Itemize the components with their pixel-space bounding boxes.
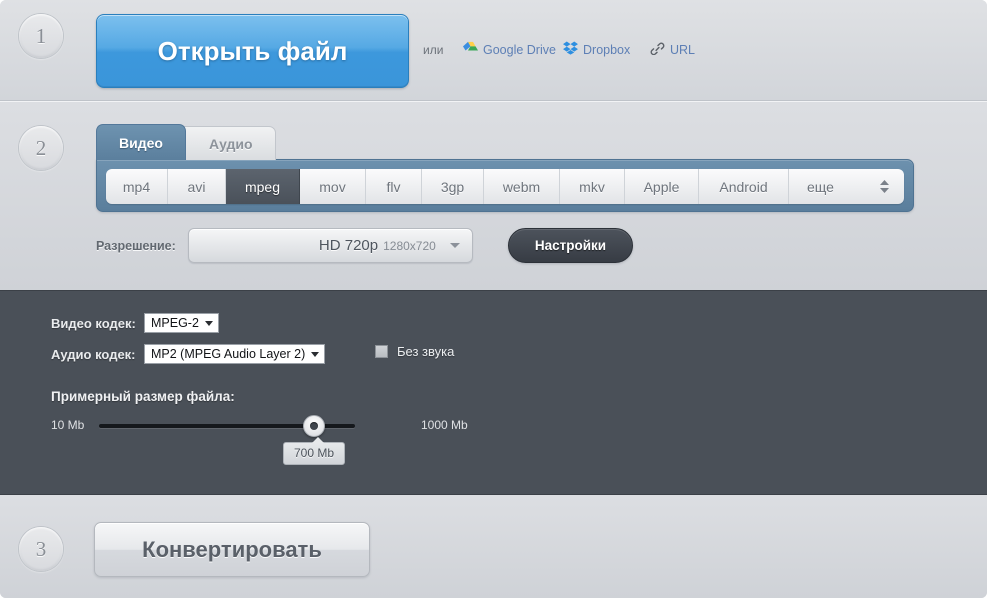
url-link[interactable]: URL — [650, 41, 695, 58]
or-label: или — [423, 43, 444, 57]
filesize-min-label: 10 Mb — [51, 418, 85, 432]
video-codec-label: Видео кодек: — [51, 315, 136, 331]
format-button-avi[interactable]: avi — [168, 169, 226, 204]
format-button-3gp[interactable]: 3gp — [422, 169, 484, 204]
resolution-select[interactable]: HD 720p 1280x720 — [187, 228, 473, 263]
resolution-dimensions: 1280x720 — [383, 238, 436, 253]
slider-handle[interactable] — [303, 415, 325, 437]
tab-audio[interactable]: Аудио — [177, 126, 276, 160]
mute-label: Без звука — [397, 344, 455, 359]
filesize-slider[interactable]: 10 Mb 1000 Mb 700 Mb — [51, 415, 471, 465]
url-label: URL — [670, 42, 696, 57]
video-codec-select[interactable]: MPEG-2 — [144, 313, 219, 333]
media-type-tabs: Видео Аудио — [96, 124, 276, 160]
convert-button[interactable]: Конвертировать — [94, 522, 370, 577]
step-number-2: 2 — [19, 126, 63, 170]
audio-codec-select[interactable]: MP2 (MPEG Audio Layer 2) — [144, 344, 326, 364]
format-button-mkv[interactable]: mkv — [560, 169, 625, 204]
audio-codec-row: Аудио кодек: MP2 (MPEG Audio Layer 2) — [51, 344, 326, 364]
format-button-apple[interactable]: Apple — [625, 169, 699, 204]
filesize-value-tooltip: 700 Mb — [283, 437, 346, 465]
mute-option: Без звука — [375, 344, 454, 359]
video-codec-row: Видео кодек: MPEG-2 — [51, 313, 219, 333]
audio-codec-value: MP2 (MPEG Audio Layer 2) — [151, 347, 306, 361]
dropbox-label: Dropbox — [583, 42, 631, 57]
step-number-1: 1 — [19, 14, 63, 58]
format-button-android[interactable]: Android — [699, 169, 789, 204]
step-1-section: 1 Открыть файл или Google Drive Dropbox … — [0, 0, 987, 102]
format-button-mov[interactable]: mov — [300, 169, 366, 204]
filesize-max-label: 1000 Mb — [421, 418, 468, 432]
resolution-row: Разрешение: HD 720p 1280x720 — [96, 228, 473, 263]
link-icon — [650, 41, 665, 58]
google-drive-link[interactable]: Google Drive — [463, 41, 556, 58]
spinner-up-down-icon — [879, 179, 890, 194]
mute-checkbox[interactable] — [375, 345, 388, 358]
format-button-webm[interactable]: webm — [484, 169, 560, 204]
format-button-flv[interactable]: flv — [366, 169, 422, 204]
step-number-3: 3 — [19, 527, 63, 571]
chevron-down-icon — [449, 243, 460, 248]
google-drive-label: Google Drive — [483, 42, 556, 57]
audio-codec-label: Аудио кодек: — [51, 346, 136, 362]
video-codec-value: MPEG-2 — [151, 316, 199, 330]
settings-button[interactable]: Настройки — [508, 228, 633, 263]
format-more-button[interactable]: еще — [789, 169, 904, 204]
format-button-mp4[interactable]: mp4 — [106, 169, 168, 204]
step-2-section: 2 Видео Аудио mp4 avi mpeg mov flv 3gp webm mkv… — [0, 102, 987, 290]
resolution-label: Разрешение: — [96, 238, 176, 253]
format-list: mp4 avi mpeg mov flv 3gp webm mkv Apple Android ещ… — [106, 169, 904, 204]
resolution-value: HD 720p — [318, 237, 379, 254]
chevron-down-icon — [204, 320, 213, 326]
dropbox-icon — [563, 41, 578, 58]
filesize-title: Примерный размер файла: — [51, 389, 235, 404]
google-drive-icon — [463, 41, 478, 58]
format-more-label: еще — [807, 178, 834, 195]
open-file-button[interactable]: Открыть файл — [96, 14, 409, 88]
chevron-down-icon — [311, 351, 320, 357]
dropbox-link[interactable]: Dropbox — [563, 41, 630, 58]
advanced-settings-panel: Видео кодек: MPEG-2 Аудио кодек: MP2 (MP… — [0, 290, 987, 495]
format-bar: mp4 avi mpeg mov flv 3gp webm mkv Apple Android ещ… — [96, 159, 914, 212]
format-button-mpeg[interactable]: mpeg — [226, 169, 300, 204]
converter-app: 1 Открыть файл или Google Drive Dropbox … — [0, 0, 987, 598]
tab-video[interactable]: Видео — [96, 124, 186, 160]
